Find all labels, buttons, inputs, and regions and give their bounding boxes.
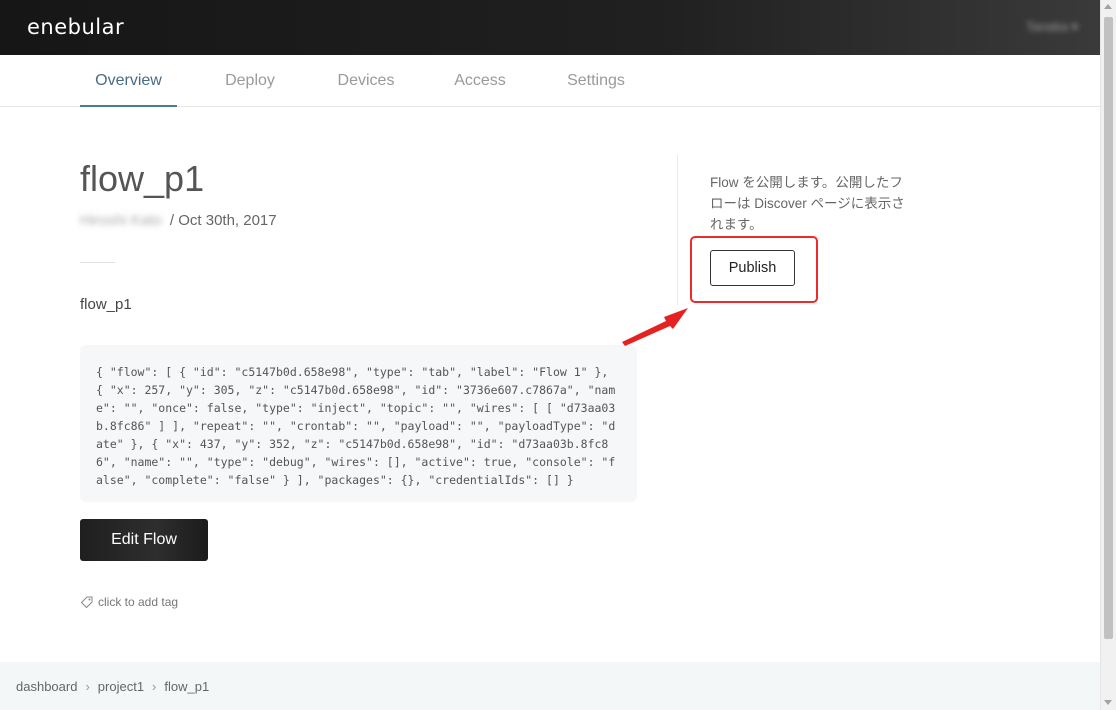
top-bar: enebular Tanaka ▾ — [0, 0, 1100, 55]
scroll-down-icon[interactable] — [1104, 700, 1112, 705]
publish-button[interactable]: Publish — [710, 250, 795, 286]
publish-description: Flow を公開します。公開したフローは Discover ページに表示されます… — [710, 175, 905, 232]
tab-bar: Overview Deploy Devices Access Settings — [0, 55, 1100, 107]
user-menu[interactable]: Tanaka ▾ — [1026, 19, 1078, 35]
add-tag[interactable]: click to add tag — [80, 595, 178, 609]
chevron-right-icon: › — [152, 678, 157, 694]
tab-devices[interactable]: Devices — [326, 55, 406, 107]
page-title: flow_p1 — [80, 158, 205, 199]
annotation-arrow-icon — [622, 308, 688, 346]
tag-icon — [80, 596, 93, 609]
add-tag-label: click to add tag — [98, 595, 179, 609]
breadcrumb-dashboard[interactable]: dashboard — [16, 679, 77, 694]
chevron-right-icon: › — [85, 678, 90, 694]
scroll-thumb[interactable] — [1104, 17, 1113, 639]
breadcrumb-flow: flow_p1 — [164, 678, 210, 694]
meta-separator: / — [165, 212, 179, 229]
divider — [80, 262, 115, 263]
author-name[interactable]: Hiroshi Kato — [80, 212, 162, 229]
breadcrumb-project[interactable]: project1 — [98, 679, 144, 694]
edit-flow-button[interactable]: Edit Flow — [80, 519, 208, 561]
flow-json-code: { "flow": [ { "id": "c5147b0d.658e98", "… — [80, 345, 637, 502]
flow-meta: Hiroshi Kato / Oct 30th, 2017 — [80, 212, 277, 229]
tab-settings[interactable]: Settings — [556, 55, 636, 107]
scroll-up-icon[interactable] — [1104, 4, 1112, 9]
user-name: Tanaka — [1025, 19, 1068, 34]
flow-description: flow_p1 — [80, 296, 132, 313]
tab-deploy[interactable]: Deploy — [210, 55, 290, 107]
vertical-scrollbar[interactable] — [1100, 0, 1116, 710]
flow-date: Oct 30th, 2017 — [178, 212, 277, 229]
column-divider — [677, 155, 678, 305]
app-logo[interactable]: enebular — [27, 15, 124, 39]
tab-overview[interactable]: Overview — [80, 55, 177, 107]
breadcrumb: dashboard › project1 › flow_p1 — [0, 662, 1100, 710]
tab-access[interactable]: Access — [440, 55, 520, 107]
chevron-down-icon: ▾ — [1071, 19, 1078, 34]
